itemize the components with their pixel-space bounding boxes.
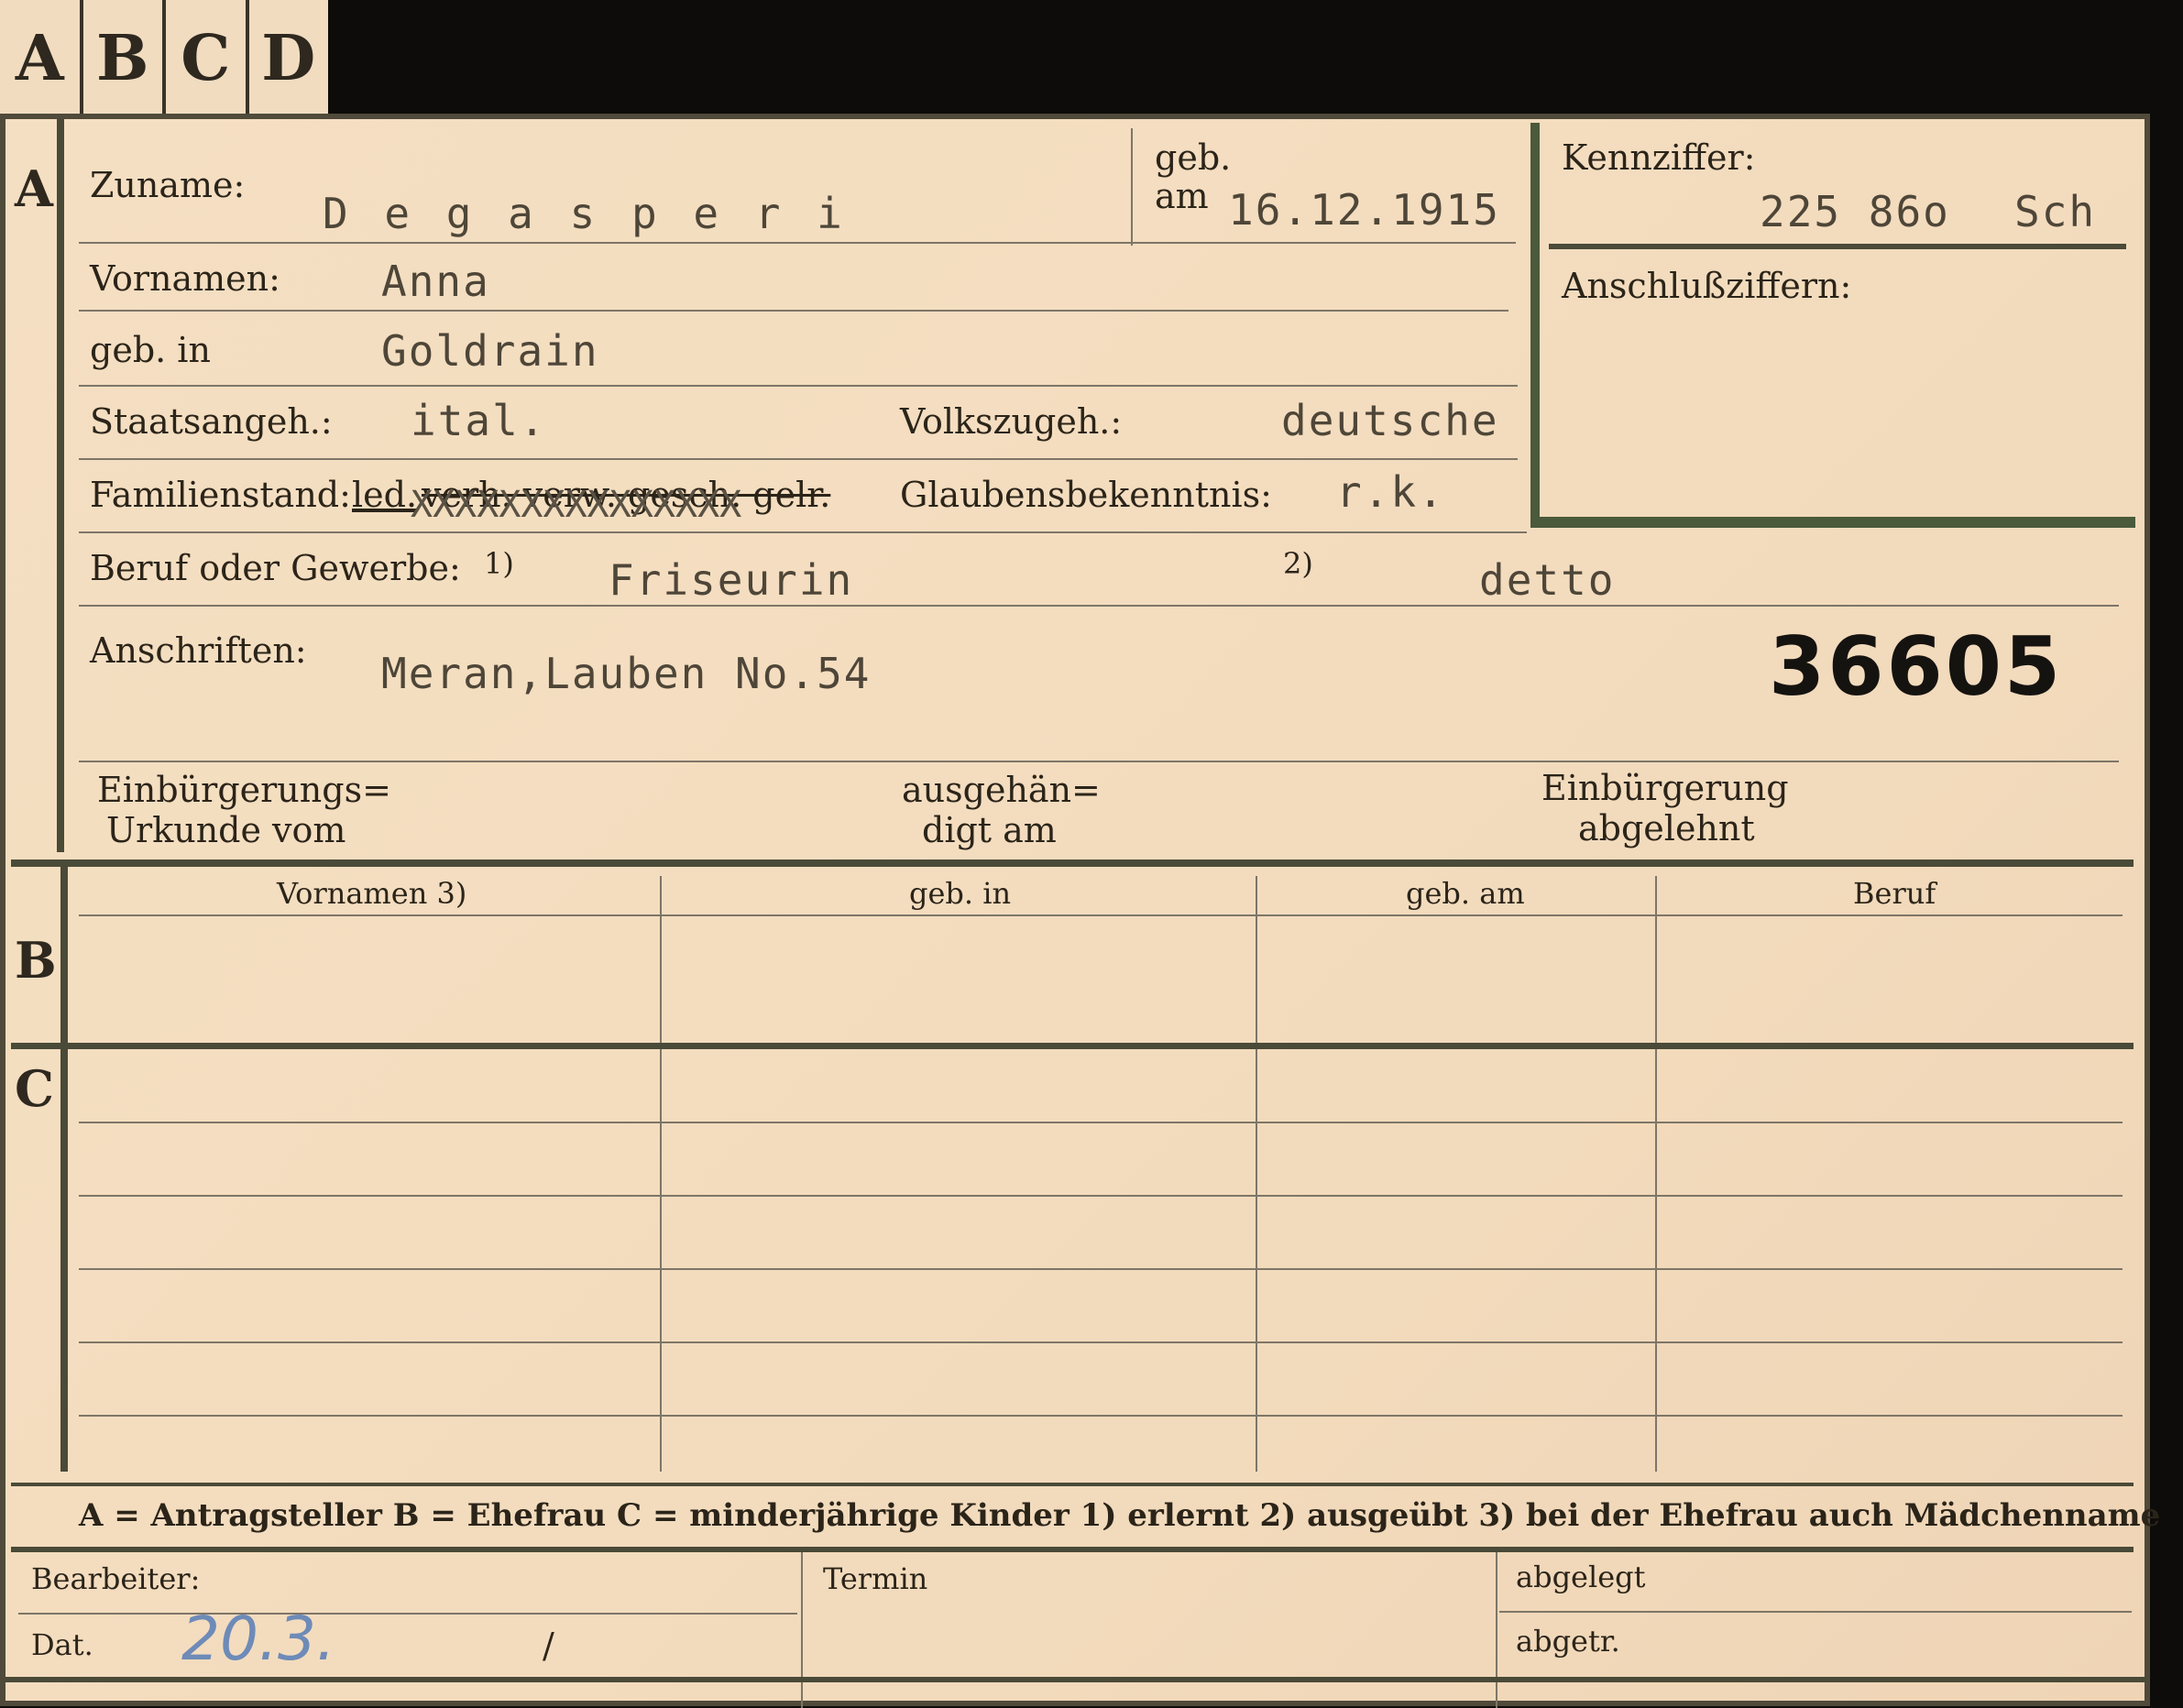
kennziffer-value: 225 86o [1760, 187, 1950, 236]
familienstand-selected: led. [352, 475, 418, 515]
familienstand-overtype: XXXXXXXXXXXXXXX [411, 484, 742, 526]
tab-d: D [261, 22, 316, 95]
kennziffer-suffix: Sch [2014, 187, 2097, 236]
child-row-line [79, 1415, 2123, 1417]
abgelehnt-label-1: Einbürgerung [1541, 768, 1789, 808]
zuname-label: Zuname: [90, 165, 246, 205]
dat-value: 20.3. [181, 1604, 335, 1674]
termin-label: Termin [823, 1561, 928, 1596]
table-header-geb-in: geb. in [909, 876, 1012, 911]
ausgehaen-label-2: digt am [922, 810, 1057, 850]
index-tabs: A B C D [0, 0, 328, 117]
geb-in-value: Goldrain [381, 326, 599, 376]
table-header-beruf: Beruf [1853, 876, 1936, 911]
child-row-line [79, 1195, 2123, 1197]
kennziffer-box [1530, 123, 2135, 526]
glaubens-value: r.k. [1336, 467, 1445, 517]
section-divider-ab [11, 859, 2134, 867]
footer-line [1499, 1611, 2132, 1613]
tab-b: B [83, 0, 166, 117]
section-divider-bc [11, 1043, 2134, 1049]
beruf-note-2: 2) [1283, 546, 1313, 581]
familienstand-label: Familienstand: [90, 475, 351, 515]
glaubens-label: Glaubensbekenntnis: [900, 475, 1272, 515]
vornamen-label: Vornamen: [90, 258, 280, 299]
abgetr-label: abgetr. [1516, 1624, 1620, 1659]
child-row-line [79, 1268, 2123, 1270]
registration-card: A Kennziffer: 225 86o Sch Anschlußziffer… [0, 114, 2160, 1708]
einbuergerung-label-1: Einbürgerungs= [97, 770, 391, 810]
am-label: am [1155, 176, 1209, 216]
footer-divider [801, 1552, 803, 1708]
anschriften-label: Anschriften: [90, 630, 307, 671]
anschlussziffern-label: Anschlußziffern: [1562, 266, 1852, 306]
card-bottom-band [5, 1677, 2146, 1682]
legend-top-line [11, 1483, 2134, 1486]
anschriften-value: Meran,Lauben No.54 [381, 649, 872, 698]
abgelegt-label: abgelegt [1516, 1560, 1646, 1594]
section-c-letter: C [15, 1059, 54, 1118]
einbuergerung-label-2: Urkunde vom [106, 810, 346, 850]
row-line [79, 242, 1516, 244]
volkszugeh-label: Volkszugeh.: [900, 401, 1123, 442]
column-divider [660, 1050, 662, 1472]
table-header-vornamen: Vornamen 3) [277, 876, 467, 911]
beruf-label: Beruf oder Gewerbe: [90, 548, 461, 588]
row-line [79, 761, 2119, 762]
tab-c: C [166, 0, 249, 117]
vornamen-value: Anna [381, 257, 490, 306]
kennziffer-label: Kennziffer: [1562, 137, 1756, 178]
volkszugeh-value: deutsche [1281, 396, 1499, 445]
staatsangeh-value: ital. [411, 396, 547, 445]
ausgehaen-label-1: ausgehän= [902, 770, 1101, 810]
section-b-letter: B [15, 931, 57, 990]
tab-a: A [0, 0, 83, 117]
zuname-divider [1131, 128, 1133, 246]
zuname-value: D e g a s p e r i [323, 189, 848, 238]
section-c-rule [60, 1050, 68, 1472]
bearbeiter-label: Bearbeiter: [31, 1561, 201, 1596]
beruf-value-1: Friseurin [609, 555, 854, 605]
row-line [79, 531, 1527, 533]
staatsangeh-label: Staatsangeh.: [90, 401, 333, 442]
child-row-line [79, 1341, 2123, 1343]
dat-label: Dat. [31, 1627, 93, 1662]
geb-in-label: geb. in [90, 330, 211, 370]
beruf-note-1: 1) [484, 546, 514, 581]
beruf-value-2: detto [1479, 555, 1616, 605]
footer-line [18, 1613, 797, 1615]
row-line [79, 605, 2119, 607]
legend-bottom-line [11, 1547, 2134, 1552]
row-line [79, 310, 1508, 312]
geb-am-value: 16.12.1915 [1228, 185, 1500, 235]
header-underline [79, 914, 2123, 916]
legend-text: A = Antragsteller B = Ehefrau C = minder… [79, 1497, 2161, 1534]
footer-divider [1496, 1552, 1497, 1708]
geb-label: geb. [1155, 137, 1232, 178]
stamp-number: 36605 [1769, 619, 2064, 714]
row-line [79, 385, 1518, 387]
section-a-letter: A [15, 159, 53, 218]
child-row-line [79, 1122, 2123, 1123]
kennziffer-box-bottom [1530, 519, 2135, 528]
row-line [79, 458, 1518, 460]
column-divider [1655, 1050, 1657, 1472]
table-header-geb-am: geb. am [1406, 876, 1525, 911]
abgelehnt-label-2: abgelehnt [1578, 808, 1755, 849]
kennziffer-divider [1549, 244, 2126, 249]
column-divider [1256, 1050, 1257, 1472]
dat-slash: / [543, 1626, 554, 1666]
section-a-rule [57, 119, 64, 852]
